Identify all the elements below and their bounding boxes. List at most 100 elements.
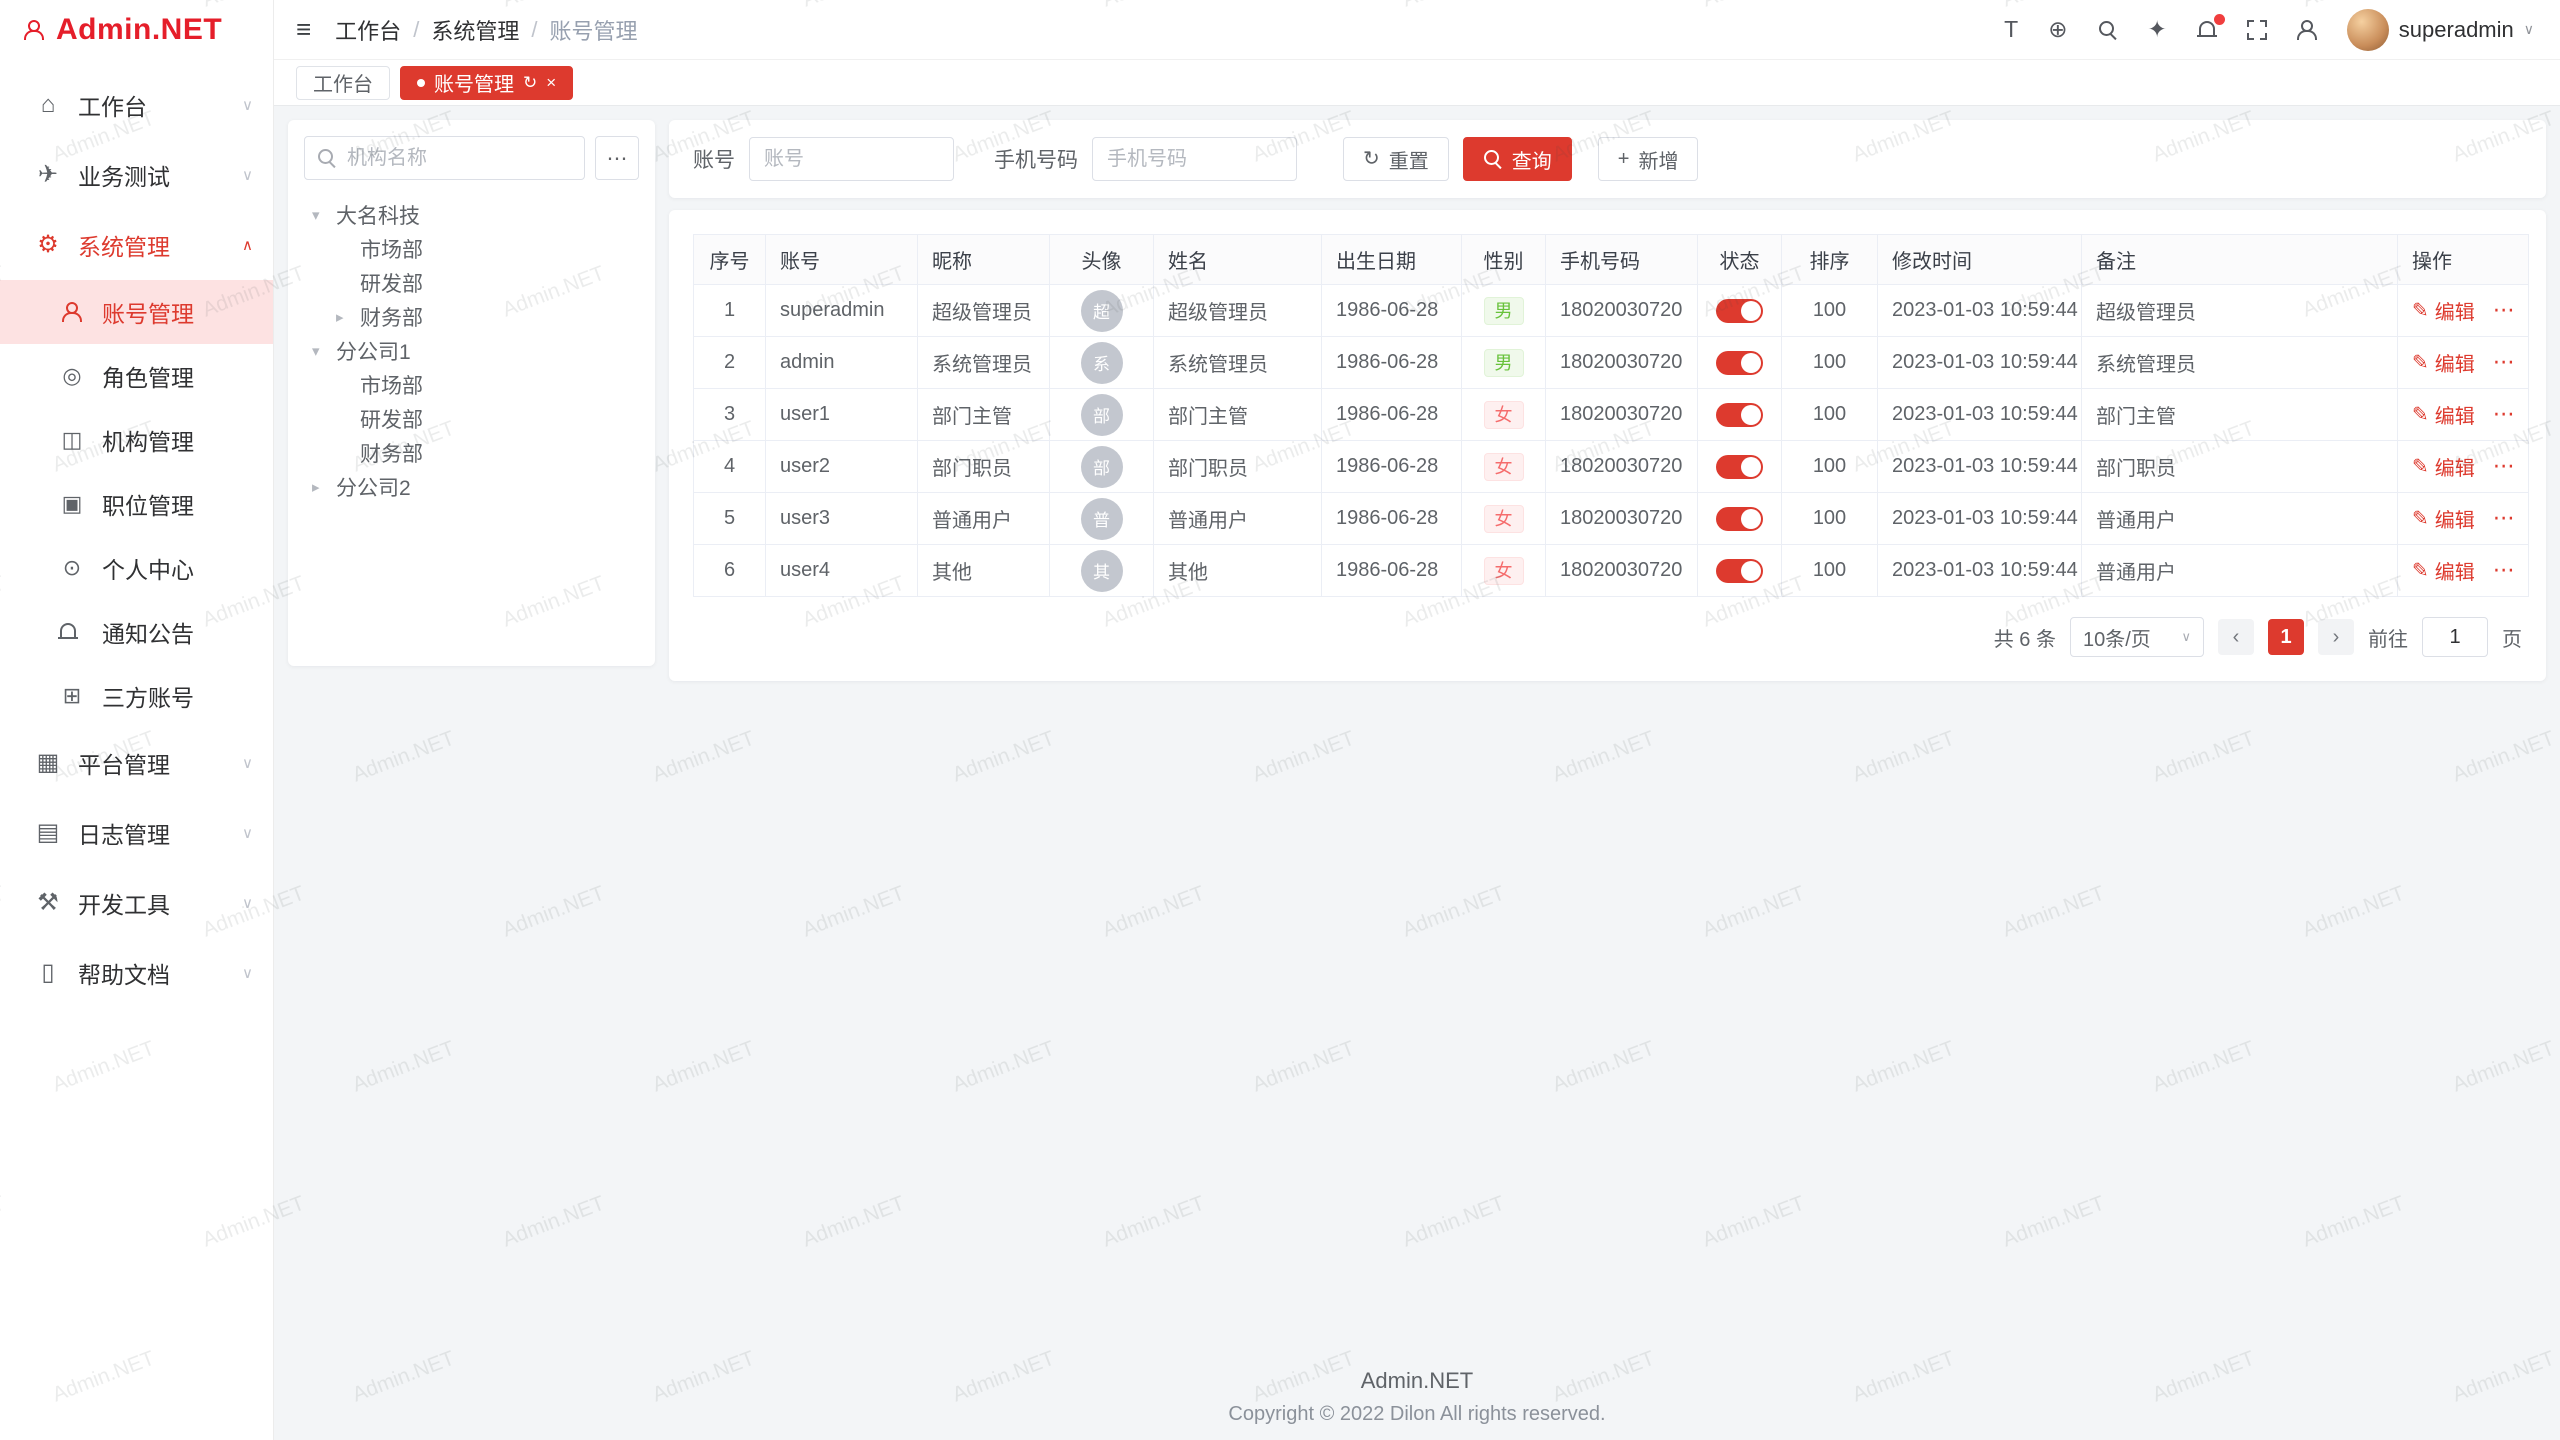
log-icon: ▤ xyxy=(34,821,62,845)
tab-refresh-icon[interactable]: ↻ xyxy=(523,74,537,91)
sidebar-item-platform-management[interactable]: ▦平台管理∨ xyxy=(0,728,273,798)
org-search-input[interactable] xyxy=(347,147,572,170)
reset-button[interactable]: ↻ 重置 xyxy=(1343,137,1449,181)
sidebar-item-third-party-account[interactable]: ⊞三方账号 xyxy=(0,664,273,728)
edit-button[interactable]: ✎编辑 xyxy=(2412,348,2475,377)
sidebar-item-role-management[interactable]: ◎角色管理 xyxy=(0,344,273,408)
add-button[interactable]: + 新增 xyxy=(1598,137,1699,181)
home-icon: ⌂ xyxy=(34,93,62,117)
edit-button[interactable]: ✎编辑 xyxy=(2412,452,2475,481)
tree-node[interactable]: 研发部 xyxy=(304,266,639,300)
tree-caret-icon[interactable]: ▸ xyxy=(336,308,360,326)
row-more-button[interactable]: ⋯ xyxy=(2493,453,2516,478)
tab-account-management[interactable]: 账号管理↻× xyxy=(400,66,573,100)
profile-icon[interactable] xyxy=(2297,20,2317,40)
refresh-icon: ↻ xyxy=(1363,149,1380,169)
status-toggle[interactable] xyxy=(1716,299,1763,323)
edit-button[interactable]: ✎编辑 xyxy=(2412,296,2475,325)
tree-node[interactable]: ▸分公司2 xyxy=(304,470,639,504)
cell-status xyxy=(1698,441,1782,493)
sidebar-item-notice[interactable]: 通知公告 xyxy=(0,600,273,664)
tree-caret-icon[interactable]: ▾ xyxy=(312,206,336,224)
sidebar-item-system-management[interactable]: ⚙系统管理∧ xyxy=(0,210,273,280)
sidebar-item-personal-center[interactable]: ⊙个人中心 xyxy=(0,536,273,600)
status-toggle[interactable] xyxy=(1716,559,1763,583)
tree-node[interactable]: 市场部 xyxy=(304,368,639,402)
sidebar-item-org-management[interactable]: ◫机构管理 xyxy=(0,408,273,472)
logo[interactable]: Admin.NET xyxy=(0,0,273,60)
sidebar-item-help-docs[interactable]: ▯帮助文档∨ xyxy=(0,938,273,1008)
row-avatar: 部 xyxy=(1081,446,1123,488)
sidebar-item-position-management[interactable]: ▣职位管理 xyxy=(0,472,273,536)
status-toggle[interactable] xyxy=(1716,403,1763,427)
tree-node[interactable]: ▾大名科技 xyxy=(304,198,639,232)
next-page-button[interactable]: › xyxy=(2318,619,2354,655)
breadcrumb-item[interactable]: 系统管理 xyxy=(431,14,519,46)
account-input[interactable] xyxy=(749,137,954,181)
notification-bell-icon[interactable] xyxy=(2197,20,2217,40)
tree-node[interactable]: ▸财务部 xyxy=(304,300,639,334)
theme-icon[interactable]: ✦ xyxy=(2148,18,2167,41)
status-toggle[interactable] xyxy=(1716,507,1763,531)
breadcrumb-item[interactable]: 工作台 xyxy=(335,14,401,46)
prev-page-button[interactable]: ‹ xyxy=(2218,619,2254,655)
edit-label: 编辑 xyxy=(2435,452,2475,481)
cell-account: user2 xyxy=(766,441,918,493)
chevron-up-icon: ∧ xyxy=(242,236,253,254)
language-icon[interactable]: ⊕ xyxy=(2048,18,2067,41)
search-button[interactable]: 查询 xyxy=(1463,137,1572,181)
pagination: 共 6 条 10条/页 ∨ ‹ 1 › 前往 页 xyxy=(693,617,2522,657)
tree-more-button[interactable]: ⋯ xyxy=(595,136,639,180)
sidebar-item-log-management[interactable]: ▤日志管理∨ xyxy=(0,798,273,868)
page-number-button[interactable]: 1 xyxy=(2268,619,2304,655)
cell-birthdate: 1986-06-28 xyxy=(1322,389,1462,441)
sidebar-item-workbench[interactable]: ⌂工作台∨ xyxy=(0,70,273,140)
page-unit-label: 页 xyxy=(2502,623,2522,652)
sidebar-menu: ⌂工作台∨✈业务测试∨⚙系统管理∧账号管理◎角色管理◫机构管理▣职位管理⊙个人中… xyxy=(0,60,273,1008)
cell-name: 部门主管 xyxy=(1154,389,1322,441)
column-header-remark: 备注 xyxy=(2082,235,2398,285)
edit-label: 编辑 xyxy=(2435,296,2475,325)
edit-button[interactable]: ✎编辑 xyxy=(2412,400,2475,429)
app-root: Admin.NET ⌂工作台∨✈业务测试∨⚙系统管理∧账号管理◎角色管理◫机构管… xyxy=(0,0,2560,1440)
cell-status xyxy=(1698,285,1782,337)
row-more-button[interactable]: ⋯ xyxy=(2493,297,2516,322)
breadcrumb-item[interactable]: 账号管理 xyxy=(549,14,637,46)
status-toggle[interactable] xyxy=(1716,455,1763,479)
fullscreen-icon[interactable] xyxy=(2247,20,2267,40)
row-more-button[interactable]: ⋯ xyxy=(2493,349,2516,374)
menu-collapse-icon[interactable]: ≡ xyxy=(296,14,311,45)
row-more-button[interactable]: ⋯ xyxy=(2493,401,2516,426)
user-menu[interactable]: superadmin ∨ xyxy=(2347,9,2534,51)
cell-birthdate: 1986-06-28 xyxy=(1322,493,1462,545)
tree-caret-icon[interactable]: ▾ xyxy=(312,342,336,360)
goto-page-input[interactable] xyxy=(2422,617,2488,657)
edit-label: 编辑 xyxy=(2435,556,2475,585)
cell-sort: 100 xyxy=(1782,493,1878,545)
cell-avatar: 部 xyxy=(1050,441,1154,493)
edit-icon: ✎ xyxy=(2412,558,2429,583)
search-icon[interactable] xyxy=(2098,20,2118,40)
sidebar-item-account-management[interactable]: 账号管理 xyxy=(0,280,273,344)
row-more-button[interactable]: ⋯ xyxy=(2493,557,2516,582)
edit-icon: ✎ xyxy=(2412,506,2429,531)
tree-node[interactable]: 市场部 xyxy=(304,232,639,266)
table-row: 2admin系统管理员系系统管理员1986-06-28男180200307201… xyxy=(694,337,2529,389)
sidebar-item-business-test[interactable]: ✈业务测试∨ xyxy=(0,140,273,210)
tab-workbench[interactable]: 工作台 xyxy=(296,66,390,100)
tree-node[interactable]: ▾分公司1 xyxy=(304,334,639,368)
edit-button[interactable]: ✎编辑 xyxy=(2412,556,2475,585)
sidebar-item-dev-tools[interactable]: ⚒开发工具∨ xyxy=(0,868,273,938)
edit-button[interactable]: ✎编辑 xyxy=(2412,504,2475,533)
tree-node[interactable]: 研发部 xyxy=(304,402,639,436)
add-label: 新增 xyxy=(1638,145,1678,174)
row-more-button[interactable]: ⋯ xyxy=(2493,505,2516,530)
page-size-select[interactable]: 10条/页 ∨ xyxy=(2070,617,2204,657)
font-size-icon[interactable]: T xyxy=(2004,18,2018,41)
tree-node[interactable]: 财务部 xyxy=(304,436,639,470)
tree-caret-icon[interactable]: ▸ xyxy=(312,478,336,496)
cell-status xyxy=(1698,337,1782,389)
status-toggle[interactable] xyxy=(1716,351,1763,375)
phone-input[interactable] xyxy=(1092,137,1297,181)
tab-close-icon[interactable]: × xyxy=(546,74,556,91)
